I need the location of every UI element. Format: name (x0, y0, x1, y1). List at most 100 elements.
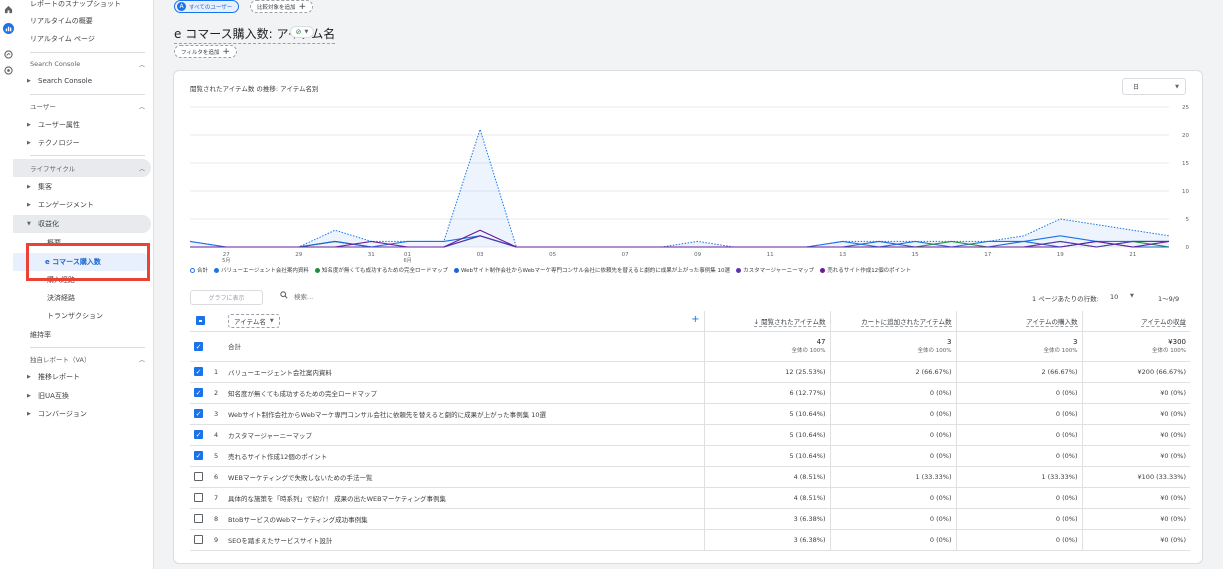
sidebar-item-acquisition[interactable]: ▶ 集客 (17, 178, 153, 196)
row-checkbox[interactable] (194, 493, 203, 502)
sidebar-item-engagement[interactable]: ▶ エンゲージメント (17, 196, 153, 214)
totals-label: 合計 (224, 331, 705, 362)
rows-per-page-select[interactable]: 10 (1110, 293, 1118, 301)
chip-label: 比較対象を追加 (257, 4, 296, 11)
table-row[interactable]: ✓ 4 カスタマージャーニーマップ 5 (10.64%) 0 (0%) 0 (0%) ¥0 … (190, 424, 1190, 446)
row-checkbox[interactable]: ✓ (194, 388, 203, 397)
chevron-down-icon: ▼ (269, 317, 274, 324)
icon-rail (0, 0, 17, 569)
sidebar-item-transactions[interactable]: トランザクション (47, 307, 153, 325)
col-header-items-purchased[interactable]: アイテムの購入数 (956, 311, 1083, 332)
all-users-chip[interactable]: A すべてのユーザー (174, 0, 240, 13)
table-row[interactable]: ✓ 3 Webサイト制作会社からWebマーケ専門コンサル会社に依頼先を替えると劇的に… (190, 403, 1190, 425)
sidebar-item-conversion[interactable]: ▶ コンバージョン (17, 405, 153, 423)
sidebar-item-label: コンバージョン (38, 410, 87, 418)
table-row[interactable]: ✓ 5 売れるサイト作成12個のポイント 5 (10.64%) 0 (0%) 0 (0%)… (190, 445, 1190, 467)
legend-dot-icon (314, 267, 320, 273)
sidebar-item-search-console[interactable]: ▶ Search Console (17, 72, 153, 90)
legend-label: Webサイト制作会社からWebマーケ専門コンサル会社に依頼先を替えると劇的に成果… (460, 268, 731, 274)
col-header-item-revenue[interactable]: アイテムの収益 (1082, 311, 1190, 332)
section-custom-reports[interactable]: 独自レポート（VA） ︿ (30, 351, 145, 367)
reports-icon[interactable] (3, 23, 14, 34)
sidebar-item-label: 決済経路 (47, 294, 75, 302)
row-metric-value: 0 (0%) (830, 445, 957, 467)
row-checkbox[interactable] (194, 535, 203, 544)
row-index: 2 (210, 382, 224, 404)
plot-rows-button[interactable]: グラフに表示 (190, 290, 263, 305)
report-status-badge[interactable]: ⊘ ▼ (290, 26, 314, 38)
col-header-items-viewed[interactable]: ↓ 閲覧されたアイテム数 (704, 311, 831, 332)
sidebar-item-retention[interactable]: 維持率 (30, 326, 153, 344)
legend-dot-icon (820, 267, 826, 273)
sidebar-item-label: エンゲージメント (38, 201, 94, 209)
add-filter-chip[interactable]: フィルタを追加 + (174, 45, 237, 58)
legend-item[interactable]: 売れるサイト作成12個のポイント (820, 266, 911, 274)
plus-icon: + (222, 46, 230, 57)
row-index: 5 (210, 445, 224, 467)
row-checkbox[interactable]: ✓ (194, 430, 203, 439)
expand-arrow-icon: ▶ (27, 122, 31, 128)
row-checkbox[interactable]: ✓ (194, 409, 203, 418)
table-row[interactable]: ✓ 2 知名度が無くても成功するための完全ロードマップ 6 (12.77%) 0 (0%… (190, 382, 1190, 404)
sidebar-item-label: レポートのスナップショット (30, 0, 121, 8)
row-metric-value: 2 (66.67%) (956, 361, 1083, 383)
table-row[interactable]: 9 SEOを踏まえたサービスサイト設計 3 (6.38%) 0 (0%) 0 (0%) ¥… (190, 529, 1190, 551)
report-card: 閲覧されたアイテム数 の推移: アイテム名別 日 ▼ 0 5 10 15 20 25 27 5月… (173, 70, 1203, 564)
x-tick-sublabel: 6月 (403, 258, 411, 264)
table-row[interactable]: 8 BtoBサービスのWebマーケティング成功事例集 3 (6.38%) 0 (0%)… (190, 508, 1190, 530)
add-dimension-icon[interactable]: + (691, 314, 699, 325)
row-metric-value: 1 (33.33%) (830, 466, 957, 488)
legend-item[interactable]: バリューエージェント会社案内資料 (214, 266, 309, 274)
add-comparison-chip[interactable]: 比較対象を追加 + (250, 0, 314, 13)
legend-item[interactable]: カスタマージャーニーマップ (736, 266, 814, 274)
expand-arrow-icon: ▶ (27, 202, 31, 208)
sidebar-item-demographics[interactable]: ▶ ユーザー属性 (17, 116, 153, 134)
y-tick-label: 0 (1186, 245, 1190, 251)
table-row[interactable]: 7 具体的な施策を「時系列」で紹介！ 成果の出たWEBマーケティング事例集 4 (8… (190, 487, 1190, 509)
legend-item[interactable]: Webサイト制作会社からWebマーケ専門コンサル会社に依頼先を替えると劇的に成果… (453, 266, 731, 274)
search-input[interactable] (294, 291, 414, 303)
expand-arrow-icon: ▶ (27, 411, 31, 417)
row-metric-value: 0 (0%) (956, 382, 1083, 404)
home-icon[interactable] (3, 4, 14, 15)
sidebar-item-realtime-pages[interactable]: リアルタイム ページ (30, 30, 153, 48)
totals-checkbox[interactable]: ✓ (194, 341, 203, 351)
row-checkbox[interactable]: ✓ (194, 451, 203, 460)
sidebar-item-monetization[interactable]: ▼ 収益化 (17, 215, 153, 233)
table-row[interactable]: ✓ 1 バリューエージェント会社案内資料 12 (25.53%) 2 (66.67%) 2… (190, 361, 1190, 383)
row-metric-value: 3 (6.38%) (704, 529, 831, 551)
advertising-icon[interactable] (3, 65, 14, 76)
sidebar-item-technology[interactable]: ▶ テクノロジー (17, 134, 153, 152)
row-metric-value: 0 (0%) (956, 487, 1083, 509)
expand-arrow-icon: ▶ (27, 184, 31, 190)
section-user[interactable]: ユーザー ︿ (30, 98, 145, 114)
select-all-checkbox[interactable] (195, 316, 205, 326)
sidebar-item-checkout-journey[interactable]: 決済経路 (47, 289, 153, 307)
row-item-name: 知名度が無くても成功するための完全ロードマップ (224, 382, 705, 404)
legend-item[interactable]: 合計 (190, 266, 208, 274)
y-tick-label: 10 (1182, 189, 1189, 195)
chevron-up-icon: ︿ (138, 61, 145, 69)
section-lifecycle[interactable]: ライフサイクル ︿ (30, 160, 145, 176)
section-search-console[interactable]: Search Console ︿ (30, 56, 145, 72)
explore-icon[interactable] (3, 49, 14, 60)
sidebar-item-label: 維持率 (30, 331, 51, 339)
row-checkbox[interactable] (194, 514, 203, 523)
sidebar-item-ua-compat[interactable]: ▶ 旧UA互換 (17, 387, 153, 405)
legend-label: バリューエージェント会社案内資料 (221, 268, 309, 274)
granularity-select[interactable]: 日 ▼ (1122, 78, 1186, 95)
row-metric-value: 3 (6.38%) (704, 508, 831, 530)
section-title: 独自レポート（VA） (30, 356, 91, 364)
col-header-items-added[interactable]: カートに追加されたアイテム数 (830, 311, 957, 332)
row-item-name: SEOを踏まえたサービスサイト設計 (224, 529, 705, 551)
row-metric-value: 4 (8.51%) (704, 487, 831, 509)
row-checkbox[interactable] (194, 472, 203, 481)
row-checkbox[interactable]: ✓ (194, 367, 203, 376)
sidebar-item-trend-report[interactable]: ▶ 推移レポート (17, 368, 153, 386)
x-tick-label: 19 (1057, 252, 1064, 258)
dimension-select[interactable]: アイテム名 ▼ (228, 313, 280, 328)
sidebar-item-realtime-overview[interactable]: リアルタイムの概要 (30, 12, 153, 30)
divider (30, 52, 145, 53)
table-row[interactable]: 6 WEBマーケティングで失敗しないための手法一覧 4 (8.51%) 1 (33.3… (190, 466, 1190, 488)
legend-item[interactable]: 知名度が無くても成功するための完全ロードマップ (314, 266, 448, 274)
